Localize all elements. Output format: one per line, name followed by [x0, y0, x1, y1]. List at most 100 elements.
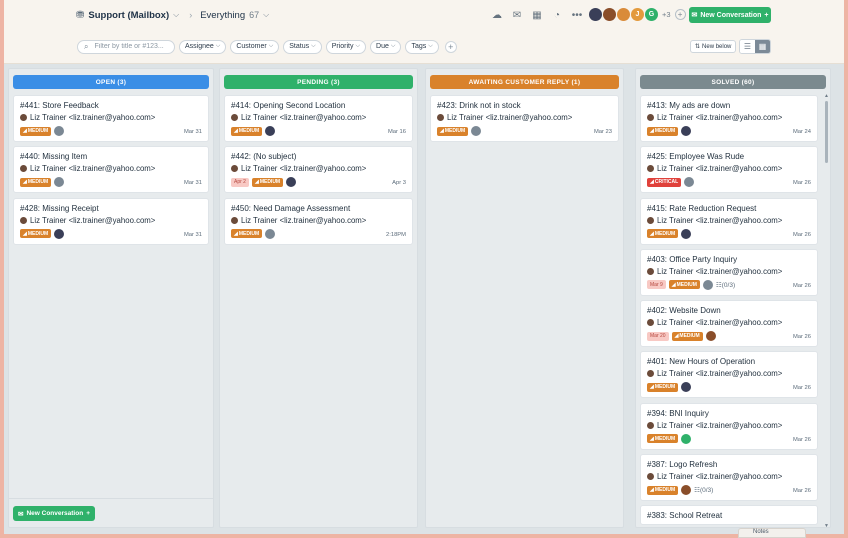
column-header[interactable]: SOLVED (60) [640, 75, 826, 89]
filter-search[interactable]: ⌕ [77, 39, 175, 54]
more-icon[interactable]: ••• [570, 8, 584, 22]
add-agent-icon[interactable]: + [674, 9, 686, 20]
add-filter-icon[interactable]: + [444, 40, 457, 53]
envelope-icon[interactable]: ✉ [510, 8, 524, 22]
assignee-avatar[interactable] [705, 331, 716, 342]
assignee-avatar[interactable] [681, 126, 692, 136]
conversation-card[interactable]: #415: Rate Reduction Request Liz Trainer … [640, 197, 818, 245]
app-window: ⛃ Support (Mailbox) ⌵ › Everything 67 ⌵ … [4, 0, 844, 534]
column-header[interactable]: OPEN (3) [13, 75, 209, 89]
conversation-card[interactable]: #414: Opening Second Location Liz Trainer… [224, 95, 413, 142]
signal-icon: ◢ [234, 128, 238, 134]
priority-label: MEDIUM [654, 128, 676, 134]
card-date: Mar 23 [593, 129, 612, 135]
conversation-card[interactable]: #387: Logo Refresh Liz Trainer <liz.train… [640, 454, 818, 502]
mailbox-switcher[interactable]: ⛃ Support (Mailbox) ⌵ [76, 10, 179, 21]
filter-search-input[interactable] [94, 43, 167, 50]
view-switcher[interactable]: Everything 67 ⌵ [200, 10, 269, 21]
customer-label: Liz Trainer <liz.trainer@yahoo.com> [657, 318, 783, 328]
conversation-card[interactable]: #403: Office Party Inquiry Liz Trainer <l… [640, 248, 818, 296]
priority-badge[interactable]: ◢ MEDIUM [231, 229, 263, 239]
priority-badge[interactable]: ◢ MEDIUM [647, 382, 679, 392]
card-title: #401: New Hours of Operation [647, 357, 756, 367]
new-conversation-button[interactable]: ✉ New Conversation + [689, 7, 771, 23]
filter-tags[interactable]: Tags ⌵ [405, 39, 439, 54]
extra-agents-count[interactable]: +3 [662, 10, 671, 19]
notes-tab[interactable]: Notes [738, 528, 806, 538]
agent-avatar[interactable] [603, 8, 616, 21]
priority-badge[interactable]: ◢ MEDIUM [647, 485, 679, 495]
card-date: Mar 26 [792, 180, 811, 187]
filter-status[interactable]: Status ⌵ [283, 39, 322, 54]
filter-label: Assignee [185, 43, 214, 50]
conversation-card[interactable]: #413: My ads are down Liz Trainer <liz.tr… [640, 95, 818, 142]
conversation-card[interactable]: #401: New Hours of Operation Liz Trainer … [640, 351, 818, 399]
new-below-toggle[interactable]: ⇅ New below [690, 40, 737, 53]
priority-badge[interactable]: ◢ MEDIUM [251, 177, 284, 187]
column-header[interactable]: PENDING (3) [224, 75, 413, 89]
agent-avatar[interactable]: J [631, 8, 644, 21]
card-date: Mar 26 [792, 488, 811, 495]
due-date-badge[interactable]: Apr 2 [231, 177, 249, 187]
priority-badge[interactable]: ◢ MEDIUM [671, 331, 703, 341]
priority-label: MEDIUM [238, 230, 260, 237]
calendar-icon[interactable]: ▦ [530, 8, 544, 22]
priority-badge[interactable]: ◢ MEDIUM [20, 229, 52, 239]
conversation-card[interactable]: #428: Missing Receipt Liz Trainer <liz.tr… [13, 197, 209, 245]
board-view-icon[interactable]: ▦ [755, 40, 770, 53]
assignee-avatar[interactable] [286, 177, 297, 188]
priority-badge[interactable]: ◢ MEDIUM [437, 126, 469, 136]
conversation-card[interactable]: #423: Drink not in stock Liz Trainer <liz… [430, 95, 619, 142]
agent-avatar[interactable] [589, 8, 602, 21]
column-scrollbar[interactable]: ▲ ▼ [824, 93, 829, 529]
assignee-avatar[interactable] [702, 279, 713, 290]
assignee-avatar[interactable] [681, 433, 692, 444]
agent-avatar[interactable]: G [645, 8, 658, 21]
agent-avatar[interactable] [617, 8, 630, 21]
assignee-avatar[interactable] [681, 382, 692, 393]
scroll-thumb[interactable] [825, 101, 828, 163]
priority-badge[interactable]: ◢ CRITICAL [647, 177, 682, 187]
due-date-badge[interactable]: Mar 20 [647, 331, 669, 341]
filter-due[interactable]: Due ⌵ [370, 39, 402, 54]
priority-badge[interactable]: ◢ MEDIUM [20, 177, 52, 187]
conversation-card[interactable]: #450: Need Damage Assessment Liz Trainer … [224, 197, 413, 245]
card-title: #394: BNI Inquiry [647, 408, 709, 418]
list-view-icon[interactable]: ☰ [740, 40, 755, 53]
filter-priority[interactable]: Priority ⌵ [325, 39, 367, 54]
conversation-card[interactable]: #383: School Retreat [640, 505, 818, 526]
conversation-card[interactable]: #440: Missing Item Liz Trainer <liz.train… [13, 146, 209, 194]
view-count: 67 [249, 10, 260, 20]
activity-icon[interactable]: ◔ [550, 8, 564, 22]
assignee-avatar[interactable] [54, 126, 65, 136]
assignee-avatar[interactable] [684, 177, 695, 188]
conversation-card[interactable]: #394: BNI Inquiry Liz Trainer <liz.traine… [640, 402, 818, 450]
assignee-avatar[interactable] [54, 228, 65, 239]
assignee-avatar[interactable] [471, 126, 482, 136]
priority-badge[interactable]: ◢ MEDIUM [668, 280, 700, 290]
assignee-avatar[interactable] [265, 228, 276, 239]
assignee-avatar[interactable] [681, 485, 692, 496]
priority-badge[interactable]: ◢ MEDIUM [20, 126, 52, 136]
priority-badge[interactable]: ◢ MEDIUM [647, 126, 679, 136]
assignee-avatar[interactable] [54, 177, 65, 188]
filter-assignee[interactable]: Assignee ⌵ [179, 39, 227, 54]
scroll-up-icon[interactable]: ▲ [824, 93, 829, 99]
column-header[interactable]: AWAITING CUSTOMER REPLY (1) [430, 75, 619, 89]
cloud-icon[interactable]: ☁ [490, 8, 504, 22]
scroll-down-icon[interactable]: ▼ [824, 523, 829, 529]
conversation-card[interactable]: #425: Employee Was Rude Liz Trainer <liz.… [640, 146, 818, 194]
priority-badge[interactable]: ◢ MEDIUM [231, 126, 263, 136]
filter-customer[interactable]: Customer ⌵ [230, 39, 280, 54]
priority-badge[interactable]: ◢ MEDIUM [647, 434, 679, 444]
plus-icon: + [86, 510, 90, 517]
priority-badge[interactable]: ◢ MEDIUM [647, 229, 679, 239]
due-date-badge[interactable]: Mar 9 [647, 280, 666, 290]
column-new-conversation-button[interactable]: ✉ New Conversation + [13, 506, 95, 521]
assignee-avatar[interactable] [681, 228, 692, 239]
assignee-avatar[interactable] [265, 126, 276, 136]
conversation-card[interactable]: #441: Store Feedback Liz Trainer <liz.tra… [13, 95, 209, 142]
conversation-card[interactable]: #402: Website Down Liz Trainer <liz.train… [640, 300, 818, 348]
conversation-card[interactable]: #442: (No subject) Liz Trainer <liz.train… [224, 146, 413, 194]
card-meta: ◢ MEDIUM [231, 228, 276, 239]
